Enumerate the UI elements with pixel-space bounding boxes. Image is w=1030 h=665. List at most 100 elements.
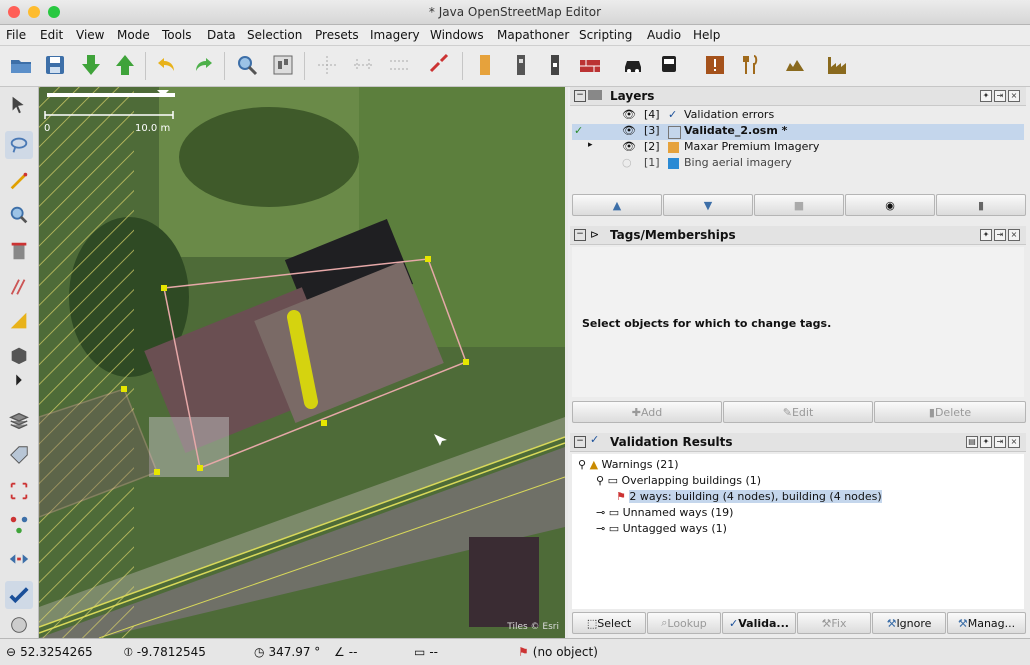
restaurant-icon[interactable] (736, 50, 766, 80)
split-way-icon[interactable] (424, 50, 454, 80)
menu-presets[interactable]: Presets (315, 28, 359, 42)
layer-row-active[interactable]: ✓ 👁 [3] Validate_2.osm * (572, 124, 1024, 140)
building-preset-icon[interactable] (470, 50, 500, 80)
layers-toggle-icon[interactable] (5, 407, 33, 435)
tree-node-selected-issue[interactable]: ⚑ 2 ways: building (4 nodes), building (… (616, 490, 882, 503)
expand-icon[interactable]: ⊸ (596, 506, 605, 519)
tags-toggle-icon[interactable] (5, 441, 33, 469)
save-icon[interactable] (40, 50, 70, 80)
fix-all-icon[interactable]: ▤ (966, 436, 978, 448)
door-preset-icon[interactable] (540, 50, 570, 80)
ignore-button[interactable]: ⚒ Ignore (872, 612, 946, 634)
layer-row[interactable]: ▸ 👁 [2] Maxar Premium Imagery (572, 140, 1024, 156)
layer-row[interactable]: ○ [1] Bing aerial imagery (572, 156, 1024, 172)
upload-icon[interactable] (110, 50, 140, 80)
preferences-icon[interactable] (268, 50, 298, 80)
conflict-icon[interactable] (5, 545, 33, 573)
menu-tools[interactable]: Tools (162, 28, 192, 42)
select-button[interactable]: ⬚ Select (572, 612, 646, 634)
menu-file[interactable]: File (6, 28, 26, 42)
undo-icon[interactable] (152, 50, 182, 80)
map-canvas[interactable] (39, 87, 565, 638)
zoom-icon[interactable] (232, 50, 262, 80)
add-tag-button[interactable]: ✚ Add (572, 401, 722, 423)
delete-mode-icon[interactable] (5, 237, 33, 265)
menu-scripting[interactable]: Scripting (579, 28, 632, 42)
menu-view[interactable]: View (76, 28, 104, 42)
history-toggle-icon[interactable] (5, 615, 33, 635)
menu-imagery[interactable]: Imagery (370, 28, 420, 42)
detach-icon[interactable]: ⇥ (994, 436, 1006, 448)
delete-layer-button[interactable]: ▮ (936, 194, 1026, 216)
parallel-mode-icon[interactable] (5, 273, 33, 301)
menu-help[interactable]: Help (693, 28, 720, 42)
imagery-attribution[interactable]: Tiles © Esri (507, 622, 559, 632)
more-tools-arrow-icon[interactable] (5, 373, 33, 387)
layers-panel-header[interactable]: − Layers ✦ ⇥ × (570, 87, 1026, 106)
layer-row[interactable]: 👁 [4] ✓ Validation errors (572, 108, 1024, 124)
menu-selection[interactable]: Selection (247, 28, 302, 42)
visibility-eye-icon[interactable]: 👁 (622, 124, 636, 137)
map-view[interactable]: 0 10.0 m Tiles © Esri (39, 87, 565, 638)
car-icon[interactable] (618, 50, 648, 80)
download-icon[interactable] (76, 50, 106, 80)
wall-preset-icon[interactable] (506, 50, 536, 80)
settings-icon[interactable]: ✦ (980, 436, 992, 448)
tree-node-warnings[interactable]: ⚲ ▲ Warnings (21) (578, 458, 679, 471)
validation-toggle-icon[interactable] (5, 581, 33, 609)
mountain-preset-icon[interactable] (780, 50, 810, 80)
menu-edit[interactable]: Edit (40, 28, 63, 42)
expand-icon[interactable]: ⊸ (596, 522, 605, 535)
tree-node-untagged[interactable]: ⊸ ▭ Untagged ways (1) (596, 522, 727, 535)
lookup-button[interactable]: ⌕ Lookup (647, 612, 721, 634)
collapse-icon[interactable]: − (574, 90, 586, 102)
measure-mode-icon[interactable] (5, 307, 33, 335)
zoom-mode-icon[interactable] (5, 201, 33, 229)
settings-icon[interactable]: ✦ (980, 90, 992, 102)
visibility-eye-icon[interactable]: 👁 (622, 108, 636, 121)
move-down-button[interactable]: ▼ (663, 194, 753, 216)
fix-button[interactable]: ⚒ Fix (797, 612, 871, 634)
detach-icon[interactable]: ⇥ (994, 90, 1006, 102)
show-hide-button[interactable]: ◉ (845, 194, 935, 216)
visibility-eye-off-icon[interactable]: ○ (622, 156, 632, 169)
collapse-icon[interactable]: − (574, 229, 586, 241)
expand-icon[interactable]: ⚲ (596, 474, 604, 487)
merge-button[interactable]: ■ (754, 194, 844, 216)
draw-mode-icon[interactable] (5, 167, 33, 195)
menu-mode[interactable]: Mode (117, 28, 150, 42)
validate-button[interactable]: ✓ Valida... (722, 612, 796, 634)
open-icon[interactable] (6, 50, 36, 80)
close-icon[interactable]: × (1008, 229, 1020, 241)
settings-icon[interactable]: ✦ (980, 229, 992, 241)
industrial-icon[interactable] (822, 50, 852, 80)
align-line-icon[interactable] (348, 50, 378, 80)
selection-list-icon[interactable] (5, 477, 33, 505)
edit-tag-button[interactable]: ✎ Edit (723, 401, 873, 423)
close-icon[interactable]: × (1008, 90, 1020, 102)
collapse-icon[interactable]: − (574, 436, 586, 448)
warning-preset-icon[interactable] (700, 50, 730, 80)
extrude-mode-icon[interactable] (5, 341, 33, 369)
visibility-eye-icon[interactable]: 👁 (622, 140, 636, 153)
expand-icon[interactable]: ⚲ (578, 458, 586, 471)
select-mode-icon[interactable] (5, 91, 33, 119)
align-circle-icon[interactable] (312, 50, 342, 80)
menu-audio[interactable]: Audio (647, 28, 681, 42)
manage-button[interactable]: ⚒ Manag... (947, 612, 1026, 634)
validation-panel-header[interactable]: − ✓ Validation Results ▤ ✦ ⇥ × (570, 433, 1026, 452)
move-up-button[interactable]: ▲ (572, 194, 662, 216)
menu-data[interactable]: Data (207, 28, 236, 42)
detach-icon[interactable]: ⇥ (994, 229, 1006, 241)
delete-tag-button[interactable]: ▮ Delete (874, 401, 1026, 423)
tree-node-overlapping[interactable]: ⚲ ▭ Overlapping buildings (1) (596, 474, 761, 487)
redo-icon[interactable] (188, 50, 218, 80)
tags-panel-header[interactable]: − ⊳ Tags/Memberships ✦ ⇥ × (570, 226, 1026, 245)
bus-icon[interactable] (654, 50, 684, 80)
lasso-mode-icon[interactable] (5, 131, 33, 159)
menu-windows[interactable]: Windows (430, 28, 484, 42)
menu-mapathoner[interactable]: Mapathoner (497, 28, 569, 42)
relation-list-icon[interactable] (5, 511, 33, 539)
distribute-icon[interactable] (384, 50, 414, 80)
close-icon[interactable]: × (1008, 436, 1020, 448)
